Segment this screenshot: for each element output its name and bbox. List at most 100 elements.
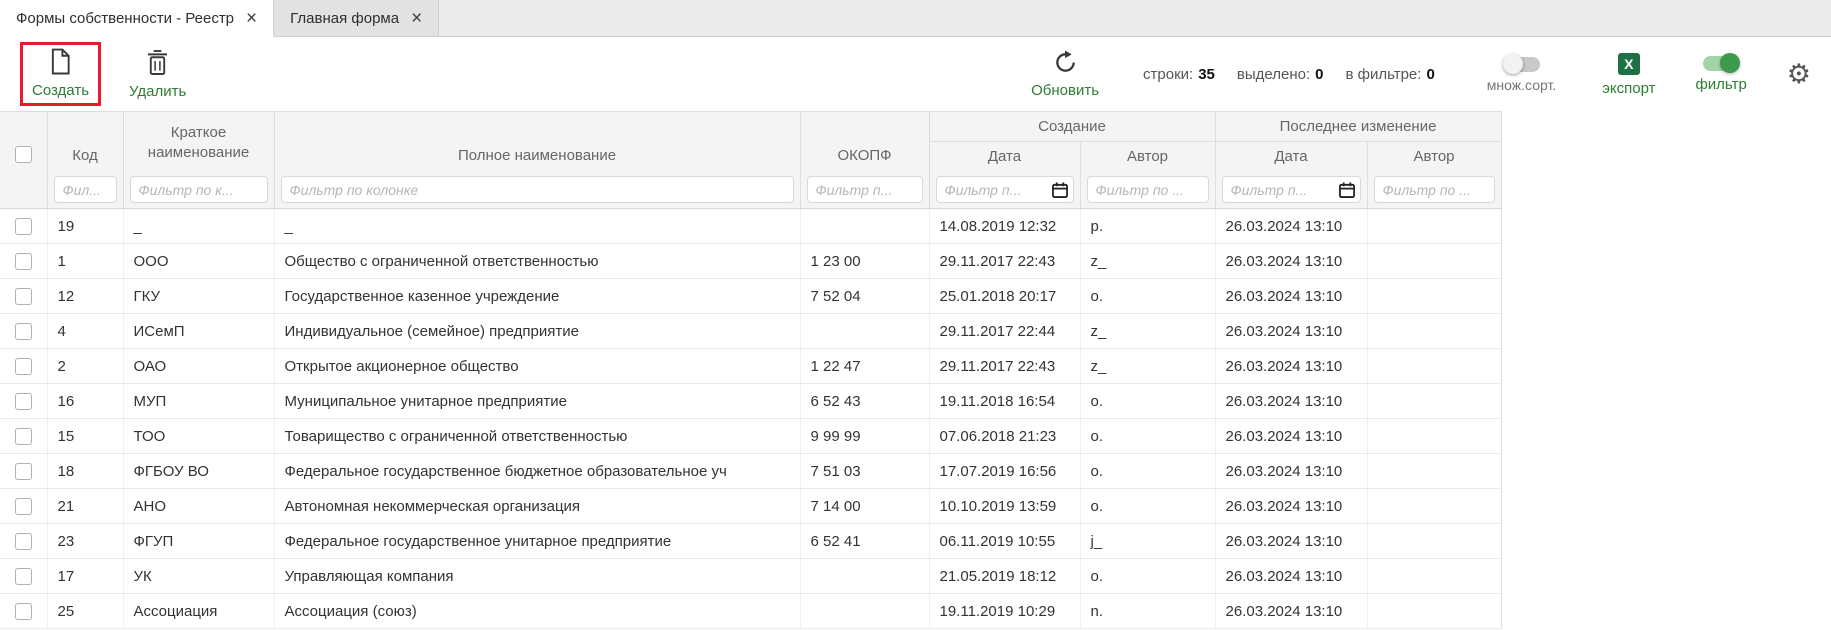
row-checkbox[interactable] <box>15 253 32 270</box>
filter-code-input[interactable] <box>54 176 117 203</box>
table-row[interactable]: 2 ОАО Открытое акционерное общество 1 22… <box>0 349 1501 384</box>
cell-modified-author <box>1367 244 1501 279</box>
cell-created-author: z_ <box>1080 244 1215 279</box>
toolbar-right-group: Обновить строки:35 выделено:0 в фильтре:… <box>1031 50 1817 98</box>
row-checkbox[interactable] <box>15 498 32 515</box>
row-checkbox[interactable] <box>15 288 32 305</box>
col-header-modified-author[interactable]: Автор <box>1367 142 1501 172</box>
refresh-button-label: Обновить <box>1031 83 1099 98</box>
cell-code: 23 <box>47 524 123 559</box>
close-tab-icon[interactable]: × <box>411 9 422 28</box>
cell-okopf <box>800 314 929 349</box>
table-row[interactable]: 21 АНО Автономная некоммерческая организ… <box>0 489 1501 524</box>
cell-short-name: Ассоциация <box>123 594 274 629</box>
cell-created-author: z_ <box>1080 314 1215 349</box>
select-all-checkbox[interactable] <box>15 146 32 163</box>
cell-modified-date: 26.03.2024 13:10 <box>1215 314 1367 349</box>
filter-short-name-input[interactable] <box>130 176 268 203</box>
table-row[interactable]: 23 ФГУП Федеральное государственное унит… <box>0 524 1501 559</box>
export-button[interactable]: X экспорт <box>1602 53 1655 96</box>
cell-full-name: Федеральное государственное унитарное пр… <box>274 524 800 559</box>
cell-short-name: ООО <box>123 244 274 279</box>
row-checkbox[interactable] <box>15 358 32 375</box>
row-checkbox[interactable] <box>15 463 32 480</box>
row-checkbox[interactable] <box>15 603 32 620</box>
select-all-cell <box>0 112 47 172</box>
table-row[interactable]: 12 ГКУ Государственное казенное учрежден… <box>0 279 1501 314</box>
calendar-icon[interactable] <box>1339 182 1355 198</box>
col-header-modified-date[interactable]: Дата <box>1215 142 1367 172</box>
table-row[interactable]: 18 ФГБОУ ВО Федеральное государственное … <box>0 454 1501 489</box>
toggle-off-icon[interactable] <box>1504 57 1540 72</box>
row-checkbox-cell <box>0 524 47 559</box>
cell-modified-author <box>1367 349 1501 384</box>
cell-created-date: 25.01.2018 20:17 <box>929 279 1080 314</box>
cell-created-author: o. <box>1080 419 1215 454</box>
tab-label: Формы собственности - Реестр <box>16 10 234 27</box>
cell-okopf <box>800 594 929 629</box>
filter-modified-author-input[interactable] <box>1374 176 1495 203</box>
cell-modified-author <box>1367 594 1501 629</box>
table-row[interactable]: 25 Ассоциация Ассоциация (союз) 19.11.20… <box>0 594 1501 629</box>
cell-modified-date: 26.03.2024 13:10 <box>1215 419 1367 454</box>
cell-modified-date: 26.03.2024 13:10 <box>1215 244 1367 279</box>
cell-created-date: 21.05.2019 18:12 <box>929 559 1080 594</box>
delete-button[interactable]: Удалить <box>129 49 186 99</box>
cell-code: 25 <box>47 594 123 629</box>
table-row[interactable]: 19 _ _ 14.08.2019 12:32 p. 26.03.2024 13… <box>0 209 1501 244</box>
row-checkbox-cell <box>0 244 47 279</box>
row-checkbox-cell <box>0 384 47 419</box>
filter-okopf-input[interactable] <box>807 176 923 203</box>
cell-code: 17 <box>47 559 123 594</box>
settings-gear-icon[interactable]: ⚙ <box>1787 61 1811 88</box>
toolbar: Создать Удалить <box>0 37 1831 111</box>
cell-code: 2 <box>47 349 123 384</box>
calendar-icon[interactable] <box>1052 182 1068 198</box>
cell-okopf <box>800 209 929 244</box>
toggle-on-icon[interactable] <box>1703 56 1739 71</box>
filter-created-author-input[interactable] <box>1087 176 1209 203</box>
refresh-icon <box>1053 50 1078 80</box>
cell-created-author: z_ <box>1080 349 1215 384</box>
row-checkbox[interactable] <box>15 393 32 410</box>
cell-modified-date: 26.03.2024 13:10 <box>1215 279 1367 314</box>
cell-short-name: _ <box>123 209 274 244</box>
col-header-created-author[interactable]: Автор <box>1080 142 1215 172</box>
cell-created-author: o. <box>1080 489 1215 524</box>
tab-main-form[interactable]: Главная форма × <box>274 0 439 36</box>
close-tab-icon[interactable]: × <box>246 9 257 28</box>
create-button[interactable]: Создать <box>32 48 89 98</box>
row-checkbox[interactable] <box>15 568 32 585</box>
col-header-short-name[interactable]: Краткое наименование <box>123 112 274 172</box>
col-header-okopf[interactable]: ОКОПФ <box>800 112 929 172</box>
col-header-created-date[interactable]: Дата <box>929 142 1080 172</box>
col-header-code[interactable]: Код <box>47 112 123 172</box>
cell-short-name: МУП <box>123 384 274 419</box>
table-row[interactable]: 1 ООО Общество с ограниченной ответствен… <box>0 244 1501 279</box>
cell-modified-date: 26.03.2024 13:10 <box>1215 209 1367 244</box>
rows-count-label: строки: <box>1143 66 1193 83</box>
table-row[interactable]: 16 МУП Муниципальное унитарное предприят… <box>0 384 1501 419</box>
table-row[interactable]: 15 ТОО Товарищество с ограниченной ответ… <box>0 419 1501 454</box>
row-checkbox[interactable] <box>15 428 32 445</box>
selected-count-label: выделено: <box>1237 66 1310 83</box>
cell-modified-date: 26.03.2024 13:10 <box>1215 489 1367 524</box>
col-header-full-name[interactable]: Полное наименование <box>274 112 800 172</box>
cell-code: 12 <box>47 279 123 314</box>
tab-forms-of-ownership-registry[interactable]: Формы собственности - Реестр × <box>0 0 274 37</box>
table-row[interactable]: 4 ИСемП Индивидуальное (семейное) предпр… <box>0 314 1501 349</box>
row-checkbox-cell <box>0 279 47 314</box>
cell-created-date: 29.11.2017 22:43 <box>929 244 1080 279</box>
row-checkbox[interactable] <box>15 323 32 340</box>
multi-sort-toggle-button[interactable]: множ.сорт. <box>1487 57 1556 92</box>
filter-toggle-button[interactable]: фильтр <box>1695 56 1746 92</box>
table-row[interactable]: 17 УК Управляющая компания 21.05.2019 18… <box>0 559 1501 594</box>
cell-modified-date: 26.03.2024 13:10 <box>1215 524 1367 559</box>
in-filter-count-value: 0 <box>1426 66 1434 83</box>
filter-full-name-input[interactable] <box>281 176 794 203</box>
row-checkbox[interactable] <box>15 533 32 550</box>
refresh-button[interactable]: Обновить <box>1031 50 1099 98</box>
group-header-last-modified: Последнее изменение <box>1215 112 1501 142</box>
row-checkbox[interactable] <box>15 218 32 235</box>
cell-created-date: 29.11.2017 22:44 <box>929 314 1080 349</box>
